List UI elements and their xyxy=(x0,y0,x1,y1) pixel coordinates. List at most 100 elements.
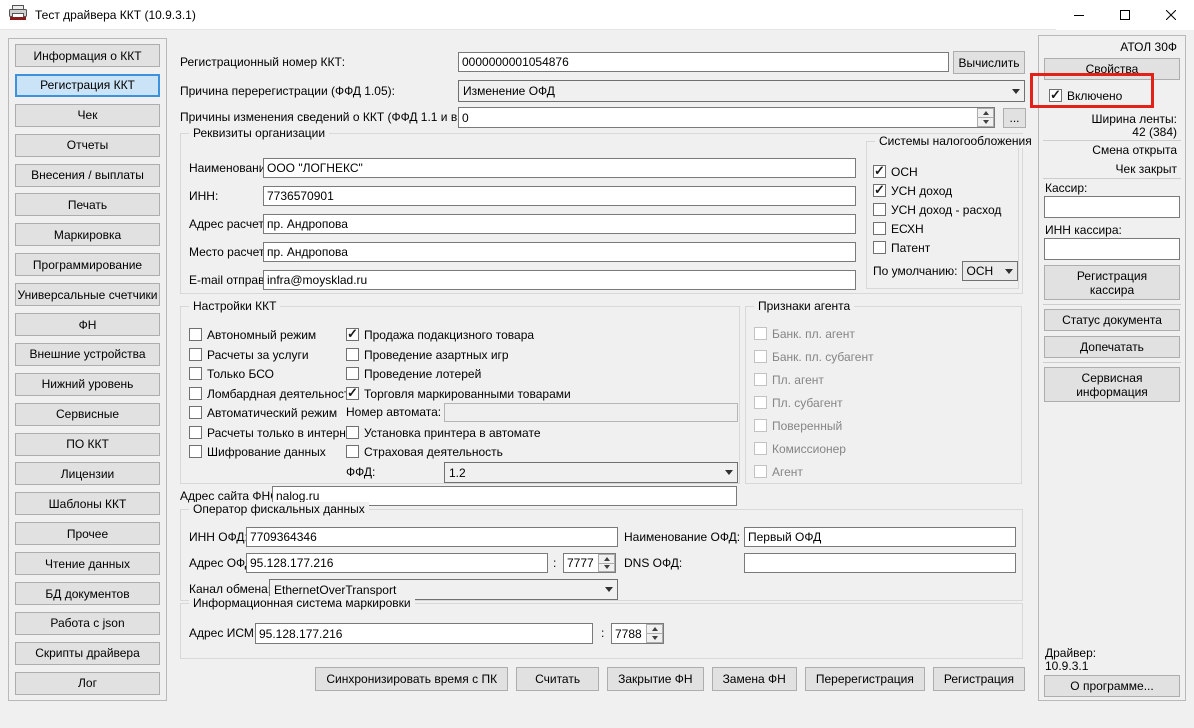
org-fieldset: Реквизиты организации Наименование: ИНН:… xyxy=(180,133,1023,294)
replace-fn-button[interactable]: Замена ФН xyxy=(712,667,797,691)
sidebar-item-fn[interactable]: ФН xyxy=(15,313,160,336)
ism-port-input[interactable] xyxy=(612,624,646,643)
kkt-checkbox-automatic[interactable]: Автоматический режим xyxy=(189,405,337,420)
checkbox-label: Проведение лотерей xyxy=(364,367,481,381)
spin-down-icon[interactable] xyxy=(646,634,663,643)
org-inn-input[interactable] xyxy=(263,186,856,206)
print-more-button[interactable]: Допечатать xyxy=(1044,336,1180,358)
checkbox-label: Комиссионер xyxy=(772,442,846,456)
document-status-button[interactable]: Статус документа xyxy=(1044,309,1180,331)
reg-number-input[interactable] xyxy=(458,52,949,72)
kkt-checkbox-printer-in-automat[interactable]: Установка принтера в автомате xyxy=(346,425,541,440)
sidebar-item-external-devices[interactable]: Внешние устройства xyxy=(15,343,160,366)
kkt-checkbox-excise[interactable]: Продажа подакцизного товара xyxy=(346,327,534,342)
sidebar-item-programming[interactable]: Программирование xyxy=(15,253,160,276)
checkbox-label: Автоматический режим xyxy=(207,406,337,420)
register-cashier-button[interactable]: Регистрация кассира xyxy=(1044,265,1180,300)
rereg-reason-label: Причина перерегистрации (ФФД 1.05): xyxy=(180,80,395,102)
spin-down-icon[interactable] xyxy=(598,564,615,573)
sidebar-item-other[interactable]: Прочее xyxy=(15,522,160,545)
service-info-button[interactable]: Сервисная информация xyxy=(1044,367,1180,402)
tax-checkbox-usn-income[interactable]: УСН доход xyxy=(873,183,952,198)
org-address-input[interactable] xyxy=(263,214,856,234)
tax-checkbox-usn-income-expense[interactable]: УСН доход - расход xyxy=(873,202,1001,217)
sidebar-item-kkt-software[interactable]: ПО ККТ xyxy=(15,433,160,456)
spin-up-icon[interactable] xyxy=(977,108,994,118)
more-options-button[interactable]: ... xyxy=(1003,108,1026,128)
sidebar-item-service[interactable]: Сервисные xyxy=(15,403,160,426)
kkt-checkbox-encryption[interactable]: Шифрование данных xyxy=(189,444,326,459)
sidebar-item-marking[interactable]: Маркировка xyxy=(15,223,160,246)
cashier-input[interactable] xyxy=(1044,196,1180,218)
sidebar-item-deposits-payouts[interactable]: Внесения / выплаты xyxy=(15,164,160,187)
checkbox-icon xyxy=(754,442,767,455)
sidebar-item-kkt-info[interactable]: Информация о ККТ xyxy=(15,44,160,67)
sidebar-item-print[interactable]: Печать xyxy=(15,193,160,216)
spin-down-icon[interactable] xyxy=(977,118,994,127)
sidebar-item-log[interactable]: Лог xyxy=(15,672,160,695)
ffd-select[interactable]: 1.2 xyxy=(444,462,738,483)
ofd-inn-input[interactable] xyxy=(246,527,618,547)
agent-checkbox-commissioner: Комиссионер xyxy=(754,441,846,456)
sidebar-item-licenses[interactable]: Лицензии xyxy=(15,462,160,485)
kkt-checkbox-services[interactable]: Расчеты за услуги xyxy=(189,347,309,362)
checkbox-label: Патент xyxy=(891,241,930,255)
ofd-address-input[interactable] xyxy=(246,553,548,573)
change-reasons-input[interactable] xyxy=(459,108,977,127)
rereg-button[interactable]: Перерегистрация xyxy=(805,667,925,691)
kkt-checkbox-autonomous[interactable]: Автономный режим xyxy=(189,327,316,342)
sidebar-item-reports[interactable]: Отчеты xyxy=(15,134,160,157)
spin-up-icon[interactable] xyxy=(598,554,615,564)
close-icon[interactable] xyxy=(1148,0,1194,30)
ofd-port-input[interactable] xyxy=(564,554,598,572)
org-name-input[interactable] xyxy=(263,158,856,178)
tape-width-value: 42 (384) xyxy=(1132,126,1177,139)
ism-address-input[interactable] xyxy=(255,623,593,644)
close-fn-button[interactable]: Закрытие ФН xyxy=(607,667,703,691)
calculate-button[interactable]: Вычислить xyxy=(953,51,1025,74)
sidebar-item-universal-counters[interactable]: Универсальные счетчики xyxy=(15,283,160,306)
maximize-icon[interactable] xyxy=(1102,0,1148,30)
kkt-checkbox-bso-only[interactable]: Только БСО xyxy=(189,366,274,381)
minimize-icon[interactable] xyxy=(1056,0,1102,30)
checkbox-icon xyxy=(189,445,202,458)
sidebar-item-kkt-registration[interactable]: Регистрация ККТ xyxy=(15,74,160,97)
ofd-name-input[interactable] xyxy=(744,527,1016,547)
read-button[interactable]: Считать xyxy=(516,667,599,691)
sidebar-item-json-work[interactable]: Работа с json xyxy=(15,612,160,635)
org-email-input[interactable] xyxy=(263,270,856,290)
cashier-inn-input[interactable] xyxy=(1044,238,1180,260)
sidebar-item-driver-scripts[interactable]: Скрипты драйвера xyxy=(15,642,160,665)
org-place-input[interactable] xyxy=(263,242,856,262)
kkt-settings-title: Настройки ККТ xyxy=(189,299,280,313)
tax-checkbox-osn[interactable]: ОСН xyxy=(873,164,918,179)
ofd-port-spinner[interactable] xyxy=(563,553,616,573)
window-title: Тест драйвера ККТ (10.9.3.1) xyxy=(35,8,196,22)
rereg-reason-select[interactable]: Изменение ОФД xyxy=(458,80,1025,102)
checkbox-icon xyxy=(754,373,767,386)
sidebar-item-kkt-templates[interactable]: Шаблоны ККТ xyxy=(15,492,160,515)
kkt-checkbox-internet-only[interactable]: Расчеты только в интернет xyxy=(189,425,358,440)
tax-checkbox-eshn[interactable]: ЕСХН xyxy=(873,221,924,236)
ism-fieldset-title: Информационная система маркировки xyxy=(189,596,415,610)
checkbox-label: Банк. пл. субагент xyxy=(772,350,874,364)
kkt-checkbox-gambling[interactable]: Проведение азартных игр xyxy=(346,347,509,362)
kkt-checkbox-insurance[interactable]: Страховая деятельность xyxy=(346,444,503,459)
kkt-checkbox-marked-goods[interactable]: Торговля маркированными товарами xyxy=(346,386,571,401)
tax-checkbox-patent[interactable]: Патент xyxy=(873,240,930,255)
spin-up-icon[interactable] xyxy=(646,624,663,634)
sidebar-item-data-reading[interactable]: Чтение данных xyxy=(15,552,160,575)
tax-default-select[interactable]: ОСН xyxy=(962,261,1018,281)
checkbox-label: ЕСХН xyxy=(891,222,924,236)
sidebar-item-low-level[interactable]: Нижний уровень xyxy=(15,373,160,396)
kkt-checkbox-pawnshop[interactable]: Ломбардная деятельность xyxy=(189,386,356,401)
sidebar-item-documents-db[interactable]: БД документов xyxy=(15,582,160,605)
register-button[interactable]: Регистрация xyxy=(933,667,1025,691)
about-button[interactable]: О программе... xyxy=(1044,675,1180,697)
kkt-checkbox-lottery[interactable]: Проведение лотерей xyxy=(346,366,481,381)
change-reasons-spinner[interactable] xyxy=(458,107,995,128)
sidebar-item-receipt[interactable]: Чек xyxy=(15,104,160,127)
ofd-dns-input[interactable] xyxy=(744,553,1016,573)
sync-time-button[interactable]: Синхронизировать время с ПК xyxy=(315,667,508,691)
ism-port-spinner[interactable] xyxy=(611,623,664,644)
